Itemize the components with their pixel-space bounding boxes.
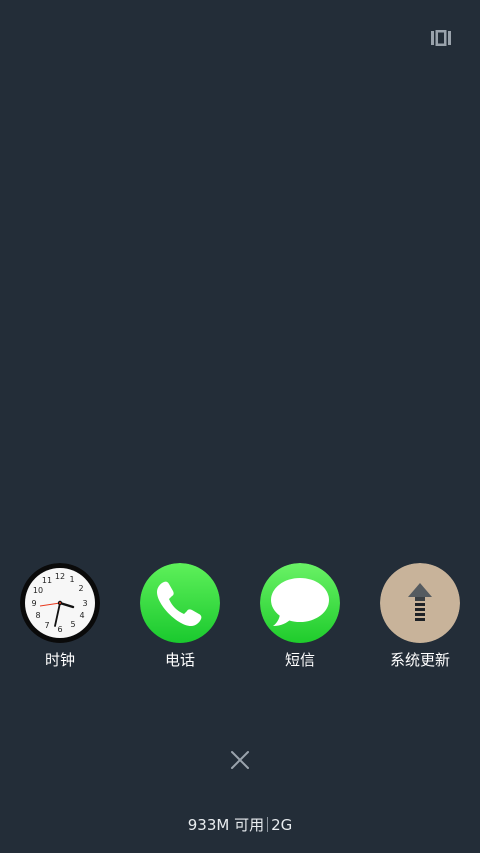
app-system-update[interactable]: 系统更新 — [365, 563, 475, 673]
app-clock[interactable]: 12 1 2 3 4 5 6 7 8 9 10 11 时钟 — [5, 563, 115, 673]
multi-window-icon[interactable] — [431, 30, 451, 46]
clock-number-5: 5 — [70, 620, 75, 629]
clock-number-8: 8 — [35, 611, 40, 620]
app-label-phone: 电话 — [164, 651, 195, 669]
memory-available: 933M 可用 — [187, 816, 265, 834]
app-messages[interactable]: 短信 — [245, 563, 355, 673]
app-label-system-update: 系统更新 — [389, 651, 450, 669]
messages-icon[interactable] — [260, 563, 340, 643]
memory-status: 933M 可用 2G — [0, 815, 480, 835]
clock-number-9: 9 — [31, 599, 36, 608]
clock-number-11: 11 — [42, 576, 52, 585]
close-icon[interactable] — [228, 748, 252, 772]
clock-number-2: 2 — [78, 584, 83, 593]
memory-total: 2G — [271, 816, 293, 834]
clock-number-1: 1 — [69, 575, 74, 584]
system-update-icon[interactable] — [380, 563, 460, 643]
clock-number-10: 10 — [33, 586, 43, 595]
clock-number-4: 4 — [79, 611, 84, 620]
recent-apps-row: 12 1 2 3 4 5 6 7 8 9 10 11 时钟 电话 短信 系统更新 — [0, 563, 480, 673]
memory-divider — [267, 817, 269, 832]
clock-number-12: 12 — [55, 572, 65, 581]
app-label-messages: 短信 — [284, 651, 315, 669]
phone-icon[interactable] — [140, 563, 220, 643]
clock-icon[interactable]: 12 1 2 3 4 5 6 7 8 9 10 11 — [20, 563, 100, 643]
app-phone[interactable]: 电话 — [125, 563, 235, 673]
clock-number-7: 7 — [44, 621, 49, 630]
clock-number-3: 3 — [82, 599, 87, 608]
app-label-clock: 时钟 — [44, 651, 75, 669]
clock-number-6: 6 — [57, 625, 62, 634]
